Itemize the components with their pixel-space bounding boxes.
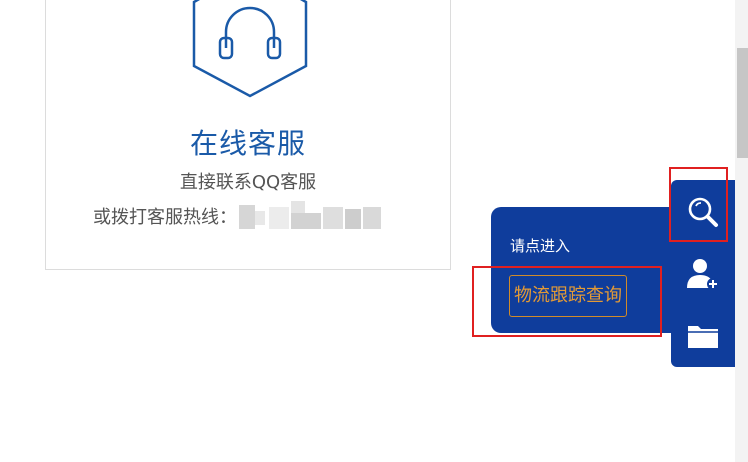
tracking-popup: 请点进入 物流跟踪查询 — [491, 207, 674, 333]
add-user-icon — [687, 259, 719, 290]
side-toolbar — [671, 180, 735, 367]
scrollbar[interactable] — [735, 0, 748, 462]
hotline-number-redacted — [239, 201, 385, 231]
search-button[interactable] — [671, 182, 735, 242]
hotline-row: 或拨打客服热线： — [93, 201, 385, 231]
page: 在线客服 直接联系QQ客服 或拨打客服热线： 请点进入 物流跟踪查询 — [0, 0, 748, 462]
search-icon — [688, 197, 718, 227]
scrollbar-thumb[interactable] — [737, 48, 748, 158]
folder-icon — [688, 326, 718, 348]
popup-label: 请点进入 — [510, 237, 571, 255]
qq-contact-text[interactable]: 直接联系QQ客服 — [46, 168, 450, 194]
card-title: 在线客服 — [189, 127, 306, 160]
folder-button[interactable] — [671, 306, 735, 366]
online-service-card: 在线客服 直接联系QQ客服 或拨打客服热线： — [45, 0, 451, 270]
headset-icon — [192, 0, 308, 98]
add-user-button[interactable] — [671, 244, 735, 304]
hotline-label: 或拨打客服热线： — [93, 207, 237, 228]
logistics-tracking-link[interactable]: 物流跟踪查询 — [509, 275, 627, 317]
